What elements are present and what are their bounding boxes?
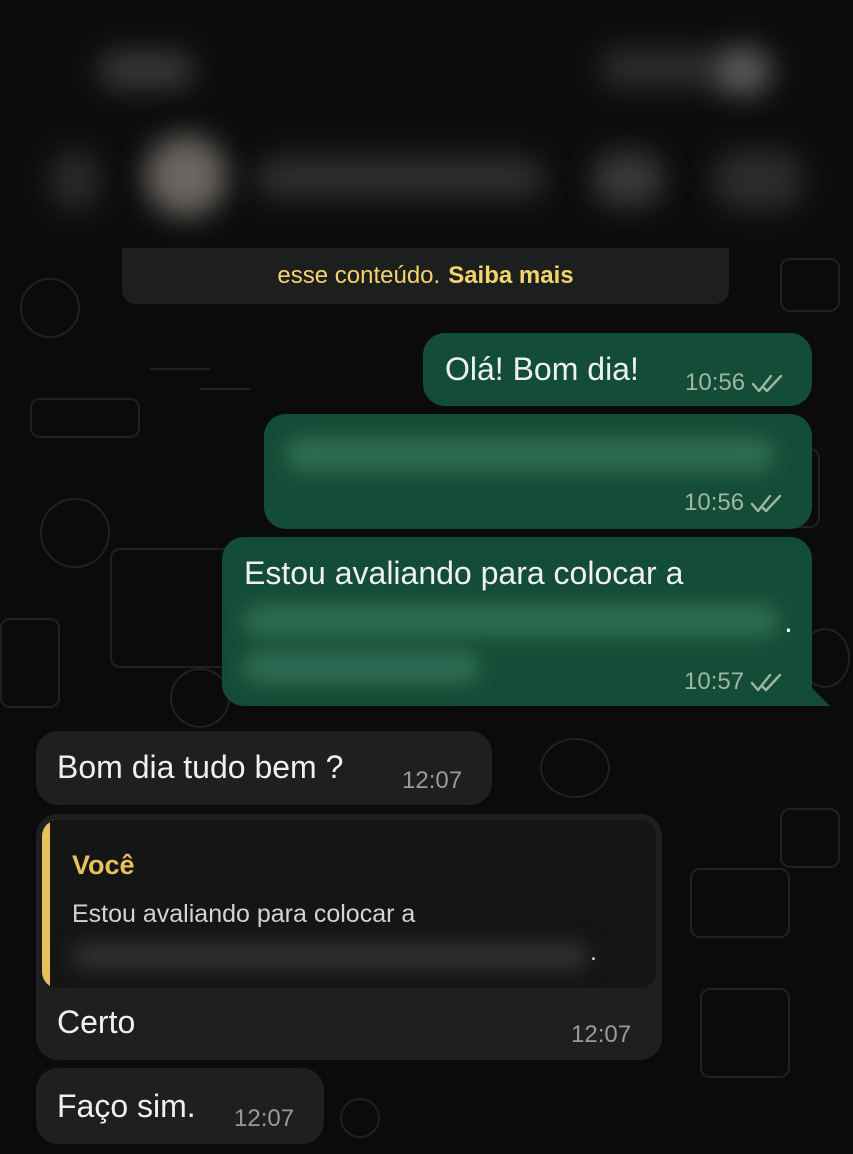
message-time: 10:56: [684, 489, 745, 516]
quote-text-trailing: .: [590, 938, 597, 966]
voice-call-icon[interactable]: [712, 150, 804, 210]
message-meta: 10:57: [684, 668, 784, 696]
double-check-icon: [750, 494, 782, 513]
message-meta: 10:56: [684, 489, 784, 517]
message-meta: 12:07: [402, 767, 462, 795]
message-meta: 12:07: [234, 1105, 294, 1133]
chat-header: [0, 0, 853, 248]
contact-avatar[interactable]: [145, 135, 227, 217]
message-text: Certo: [57, 1004, 136, 1040]
message-text: Bom dia tudo bem ?: [57, 749, 344, 785]
bubble-tail: [812, 688, 830, 706]
grid-doodle-icon: [110, 548, 240, 668]
blurred-quote-text: [72, 942, 588, 970]
message-time: 10:57: [684, 668, 745, 695]
message-text: Faço sim.: [57, 1088, 196, 1124]
notice-text: esse conteúdo.: [277, 262, 441, 289]
message-text-trailing: .: [784, 603, 793, 639]
status-bar-icons-blurred: [600, 48, 720, 88]
outgoing-message[interactable]: Olá! Bom dia! 10:56: [423, 333, 812, 406]
doodle-icon: [200, 388, 250, 390]
message-time: 12:07: [402, 767, 463, 794]
back-arrow-icon[interactable]: [50, 150, 100, 210]
quote-accent-bar: [42, 820, 50, 988]
blurred-message-text: [244, 605, 778, 637]
message-time: 12:07: [571, 1021, 632, 1048]
message-time: 12:07: [234, 1105, 295, 1132]
doodle-icon: [150, 368, 210, 370]
doodle-icon: [780, 808, 840, 868]
incoming-message[interactable]: Bom dia tudo bem ? 12:07: [36, 731, 492, 805]
contact-name-blurred[interactable]: [255, 158, 545, 198]
status-bar-time-blurred: [98, 52, 194, 88]
doodle-icon: [30, 398, 140, 438]
blurred-message-text: [244, 651, 480, 683]
quote-text: Estou avaliando para colocar a: [72, 900, 416, 928]
football-doodle-icon: [690, 868, 790, 938]
doodle-icon: [540, 738, 610, 798]
learn-more-link[interactable]: Saiba mais: [448, 262, 573, 290]
clock-doodle-icon: [170, 668, 230, 728]
incoming-message[interactable]: Faço sim. 12:07: [36, 1068, 324, 1144]
quote-author: Você: [72, 850, 135, 880]
message-text: Estou avaliando para colocar a: [244, 555, 684, 591]
encryption-notice: esse conteúdo. Saiba mais: [122, 248, 729, 304]
message-time: 10:56: [685, 369, 746, 396]
doodle-icon: [0, 618, 60, 708]
video-call-icon[interactable]: [592, 152, 664, 206]
message-meta: 10:56: [685, 369, 785, 397]
outgoing-message[interactable]: 10:56: [264, 414, 812, 529]
double-check-icon: [751, 374, 783, 393]
quoted-message[interactable]: Você Estou avaliando para colocar a .: [42, 820, 656, 988]
battery-icon: [712, 46, 772, 96]
doodle-icon: [20, 278, 80, 338]
calendar-doodle-icon: [780, 258, 840, 312]
incoming-reply-message[interactable]: Você Estou avaliando para colocar a . Ce…: [36, 814, 662, 1060]
outgoing-message[interactable]: Estou avaliando para colocar a . 10:57: [222, 537, 812, 706]
message-meta: 12:07: [571, 1021, 631, 1049]
cup-doodle-icon: [700, 988, 790, 1078]
blurred-message-text: [286, 438, 774, 472]
message-text: Olá! Bom dia!: [445, 351, 639, 387]
chat-screen: esse conteúdo. Saiba mais Olá! Bom dia! …: [0, 0, 853, 1154]
doodle-icon: [340, 1098, 380, 1138]
double-check-icon: [750, 673, 782, 692]
doodle-icon: [40, 498, 110, 568]
